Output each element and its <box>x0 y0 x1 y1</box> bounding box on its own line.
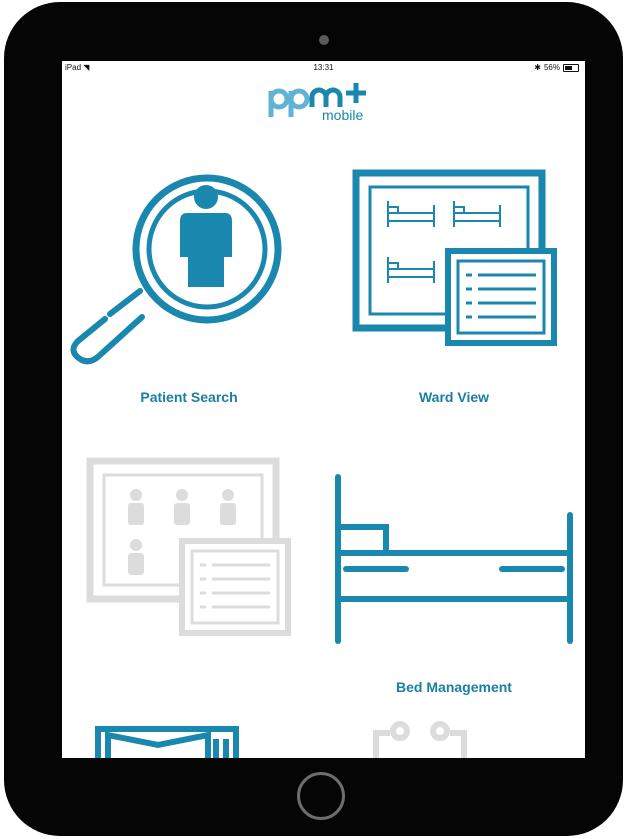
app-screen: iPad ◥ 13:31 ✱ 56% mobile Patient Search… <box>62 61 585 758</box>
battery-level-fill <box>565 65 572 70</box>
status-right: ✱ 56% <box>534 63 579 72</box>
camera-icon <box>319 35 329 45</box>
tile-ward-view-label[interactable]: Ward View <box>354 389 554 405</box>
status-time: 13:31 <box>313 63 334 72</box>
bluetooth-icon: ✱ <box>534 63 541 72</box>
logo-subtitle: mobile <box>322 107 363 123</box>
ward-beds-icon[interactable] <box>350 167 560 347</box>
magnifier-person-icon[interactable] <box>70 169 310 379</box>
folder-icon[interactable] <box>92 723 242 758</box>
patient-list-icon <box>86 457 291 636</box>
tile-bed-management-label[interactable]: Bed Management <box>354 679 554 695</box>
status-bar: iPad ◥ 13:31 ✱ 56% <box>62 61 585 75</box>
battery-percent: 56% <box>543 63 560 72</box>
app-logo: mobile <box>268 83 366 123</box>
tile-patient-search-label[interactable]: Patient Search <box>89 389 289 405</box>
home-button[interactable] <box>297 772 345 820</box>
battery-icon <box>563 63 579 72</box>
bed-icon[interactable] <box>330 471 580 651</box>
clipboard-icon <box>373 721 467 758</box>
